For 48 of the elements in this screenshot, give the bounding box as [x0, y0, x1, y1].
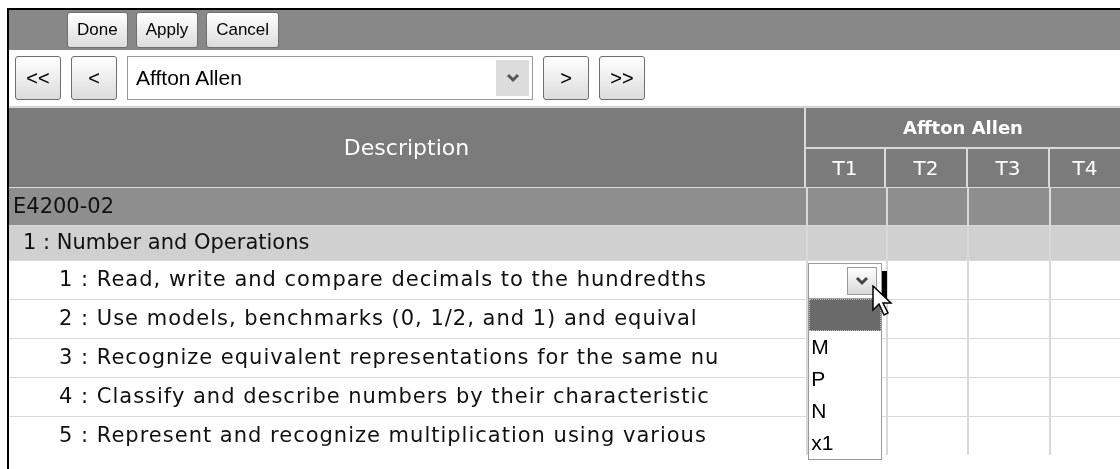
- grade-select[interactable]: [808, 263, 883, 299]
- grade-cell[interactable]: [969, 261, 1049, 299]
- toolbar-button[interactable]: Done: [67, 12, 128, 48]
- description-cell: 2 : Use models, benchmarks (0, 1/2, and 1) and equival: [9, 300, 807, 338]
- grade-cell[interactable]: [887, 261, 968, 299]
- column-header: T1: [806, 149, 884, 187]
- grade-cell[interactable]: [887, 339, 968, 377]
- column-header: T2: [886, 149, 966, 187]
- student-header: Affton Allen: [806, 108, 1120, 147]
- grade-cell[interactable]: [969, 300, 1049, 338]
- grade-cell[interactable]: [1050, 188, 1120, 225]
- grade-cell[interactable]: [808, 226, 886, 260]
- grade-cell[interactable]: [969, 226, 1049, 260]
- grade-cell[interactable]: [808, 188, 886, 225]
- grade-cell[interactable]: [1050, 378, 1120, 416]
- student-select[interactable]: Affton Allen: [127, 56, 533, 100]
- last-button[interactable]: >>: [599, 56, 645, 100]
- grade-cell[interactable]: [1050, 300, 1120, 338]
- grade-cell[interactable]: [887, 226, 968, 260]
- column-header: T3: [968, 149, 1048, 187]
- grade-cell[interactable]: [887, 300, 968, 338]
- toolbar-button[interactable]: Apply: [135, 12, 199, 48]
- description-cell: E4200-02: [9, 188, 807, 225]
- grade-cell[interactable]: [969, 339, 1049, 377]
- toolbar-button[interactable]: Cancel: [206, 12, 280, 48]
- grade-cell[interactable]: [887, 188, 968, 225]
- option-item[interactable]: [809, 299, 882, 331]
- grade-cell[interactable]: [1050, 417, 1120, 455]
- grade-cell[interactable]: [1050, 261, 1120, 299]
- grade-cell[interactable]: [887, 417, 968, 455]
- grade-cell[interactable]: [887, 378, 968, 416]
- first-button[interactable]: <<: [15, 56, 61, 100]
- grade-cell[interactable]: [969, 378, 1049, 416]
- description-cell: 3 : Recognize equivalent representations for the same nu: [9, 339, 807, 377]
- previous-button[interactable]: <: [71, 56, 117, 100]
- chevron-down-icon: [496, 60, 529, 96]
- description-cell: 4 : Classify and describe numbers by their characteristic: [9, 378, 807, 416]
- chevron-down-icon: [847, 267, 878, 295]
- column-header: T4: [1050, 149, 1120, 187]
- grade-cell[interactable]: [969, 188, 1049, 225]
- grade-cell[interactable]: [1050, 339, 1120, 377]
- next-button[interactable]: >: [543, 56, 589, 100]
- description-cell: 1 : Read, write and compare decimals to the hundredths: [9, 261, 807, 299]
- column-header: Description: [9, 108, 804, 187]
- description-cell: 5 : Represent and recognize multiplication using various: [9, 417, 807, 455]
- grade-cell[interactable]: [1050, 226, 1120, 260]
- description-cell: 1 : Number and Operations: [9, 226, 807, 260]
- grade-cell[interactable]: [969, 417, 1049, 455]
